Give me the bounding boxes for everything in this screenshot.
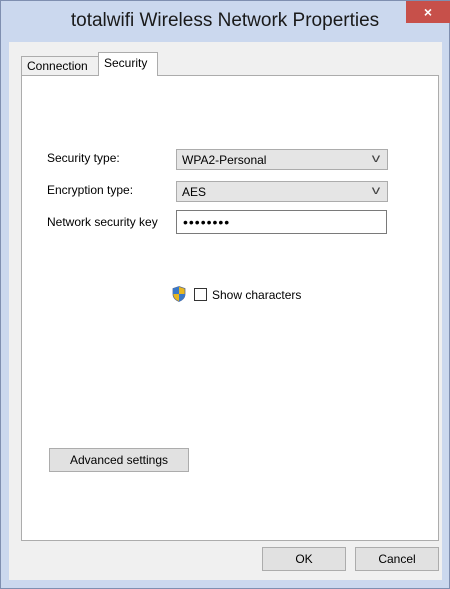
- title-bar[interactable]: totalwifi Wireless Network Properties ×: [1, 1, 450, 41]
- network-key-masked-value: ••••••••: [183, 214, 231, 230]
- encryption-type-dropdown[interactable]: AES v: [176, 181, 388, 202]
- chevron-down-icon: v: [371, 151, 381, 165]
- dialog-client: Connection Security Security type: WPA2-…: [9, 42, 442, 580]
- window-title: totalwifi Wireless Network Properties: [70, 10, 380, 31]
- security-type-label: Security type:: [47, 151, 120, 165]
- tab-connection-label: Connection: [27, 59, 88, 73]
- tab-security-label: Security: [104, 56, 148, 70]
- show-characters-checkbox[interactable]: [194, 288, 207, 301]
- cancel-button[interactable]: Cancel: [355, 547, 439, 571]
- network-key-label: Network security key: [47, 215, 158, 229]
- uac-shield-icon: [172, 286, 186, 302]
- security-type-dropdown[interactable]: WPA2-Personal v: [176, 149, 388, 170]
- advanced-settings-button[interactable]: Advanced settings: [49, 448, 189, 472]
- advanced-settings-label: Advanced settings: [69, 453, 169, 467]
- close-button[interactable]: ×: [406, 1, 450, 23]
- encryption-type-value: AES: [182, 185, 207, 199]
- encryption-type-label: Encryption type:: [47, 183, 134, 197]
- security-panel: Security type: WPA2-Personal v Encryptio…: [21, 75, 439, 541]
- properties-window: totalwifi Wireless Network Properties × …: [0, 0, 450, 589]
- tab-security[interactable]: Security: [98, 52, 158, 76]
- close-icon: ×: [423, 4, 433, 20]
- ok-label: OK: [295, 552, 313, 566]
- cancel-label: Cancel: [378, 552, 416, 566]
- show-characters-label[interactable]: Show characters: [212, 288, 301, 302]
- network-key-input[interactable]: ••••••••: [176, 210, 387, 234]
- security-type-value: WPA2-Personal: [182, 153, 267, 167]
- chevron-down-icon: v: [371, 183, 381, 197]
- ok-button[interactable]: OK: [262, 547, 346, 571]
- tab-connection[interactable]: Connection: [21, 56, 99, 75]
